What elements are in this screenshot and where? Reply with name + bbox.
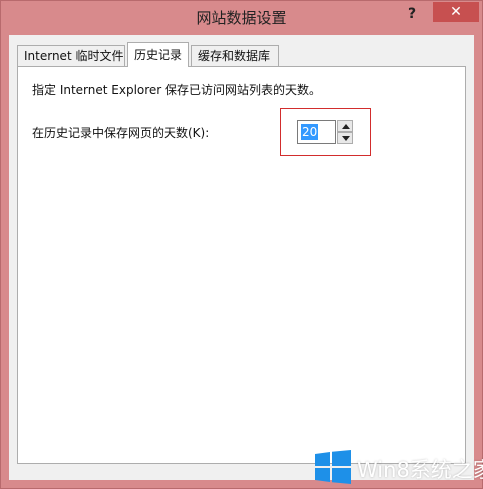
days-value: 20 [301,124,319,140]
tab-history[interactable]: 历史记录 [127,42,189,67]
days-input[interactable]: 20 [297,120,336,144]
watermark-text: Win8系统之家 [357,458,483,482]
site-watermark: Win8系统之家 [315,450,483,486]
title-bar[interactable]: 网站数据设置 ? ✕ [1,1,482,35]
days-to-keep-label: 在历史记录中保存网页的天数(K): [32,126,210,140]
tab-cache-and-databases[interactable]: 缓存和数据库 [191,45,279,66]
spin-down-button[interactable] [337,132,353,144]
close-button[interactable]: ✕ [433,2,479,22]
days-spinner[interactable]: 20 [297,120,353,144]
history-tab-panel: 指定 Internet Explorer 保存已访问网站列表的天数。 在历史记录… [17,66,466,464]
dialog-client-area: Internet 临时文件 历史记录 缓存和数据库 指定 Internet Ex… [9,35,474,480]
tab-internet-temp-files[interactable]: Internet 临时文件 [17,45,125,66]
history-description: 指定 Internet Explorer 保存已访问网站列表的天数。 [32,83,322,97]
dialog-window: 网站数据设置 ? ✕ Internet 临时文件 历史记录 缓存和数据库 指定 … [0,0,483,489]
windows-logo-icon [315,450,351,484]
triangle-up-icon [342,124,350,129]
triangle-down-icon [342,136,350,141]
spin-up-button[interactable] [337,120,353,132]
help-button[interactable]: ? [399,3,425,25]
spin-buttons [337,120,353,144]
